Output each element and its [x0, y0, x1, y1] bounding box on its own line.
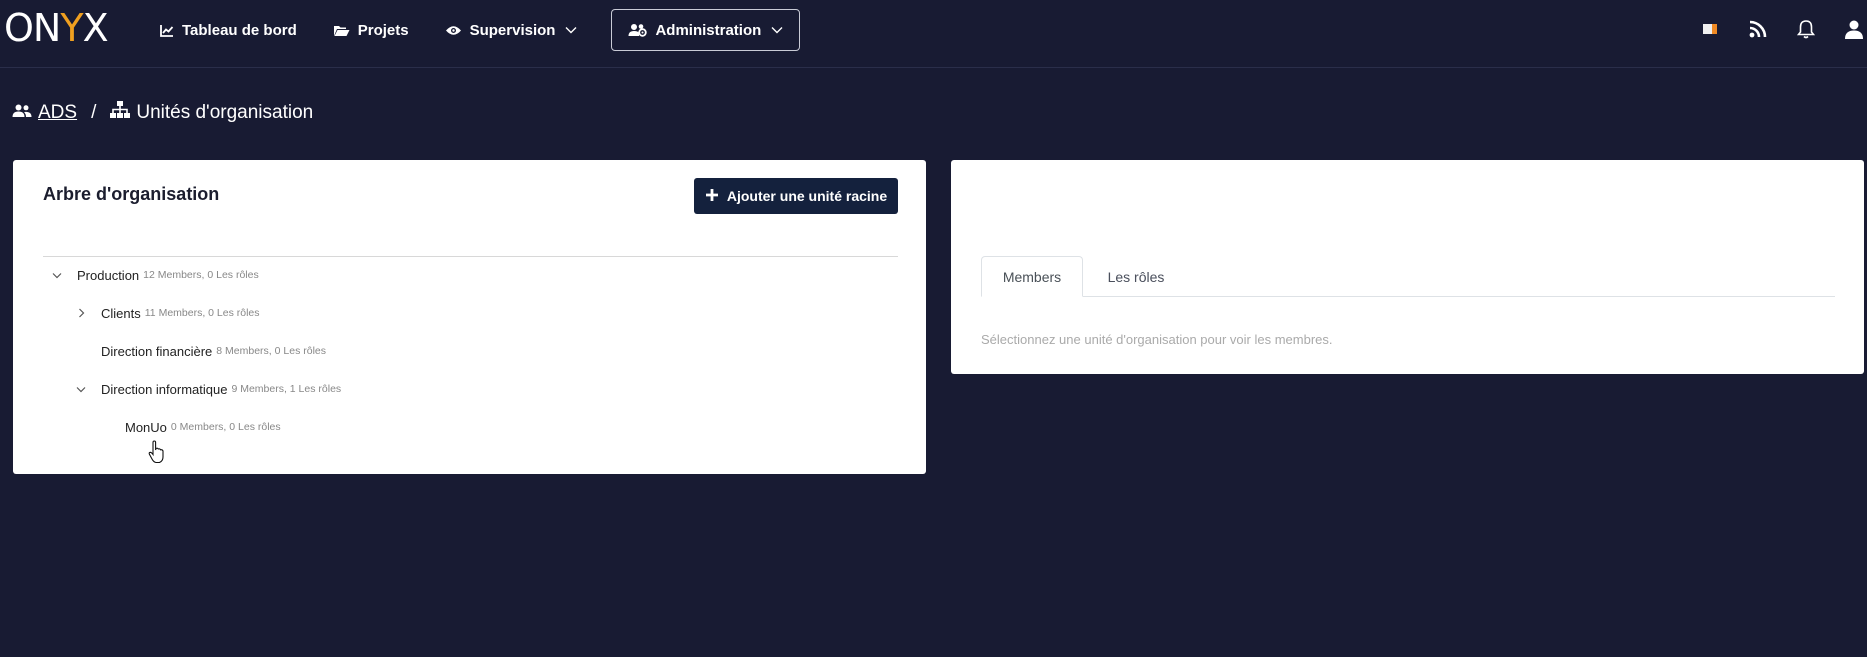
tree-node-monuo[interactable]: MonUo 0 Members, 0 Les rôles — [125, 416, 281, 438]
chevron-down-icon — [771, 26, 783, 34]
tree-node-name: Production — [77, 267, 140, 283]
nav-label: Projets — [357, 21, 409, 39]
tab-roles[interactable]: Les rôles — [1085, 256, 1187, 297]
tree-node-meta: 0 Members, 0 Les rôles — [170, 421, 281, 433]
rss-icon[interactable] — [1745, 16, 1771, 42]
navbar-right-icons — [1675, 14, 1867, 44]
tree-node-meta: 12 Members, 0 Les rôles — [143, 269, 259, 281]
logo-text-end: X — [82, 6, 109, 50]
plus-icon — [705, 188, 719, 205]
chevron-down-icon — [565, 26, 577, 34]
chevron-down-icon[interactable] — [49, 267, 65, 283]
eye-icon — [445, 25, 462, 36]
tree-node-meta: 8 Members, 0 Les rôles — [216, 345, 326, 357]
chevron-down-icon[interactable] — [73, 381, 89, 397]
nav-tableau-de-bord[interactable]: Tableau de bord — [160, 10, 297, 50]
logo-text-accent: Y — [60, 6, 83, 50]
users-icon — [12, 102, 32, 124]
nav-supervision[interactable]: Supervision — [445, 10, 578, 50]
nav-administration[interactable]: Administration — [611, 9, 801, 51]
bell-icon[interactable] — [1793, 16, 1819, 42]
tree-node-clients[interactable]: Clients 11 Members, 0 Les rôles — [73, 302, 260, 324]
tree-node-name: Clients — [101, 305, 141, 321]
logo-text: ON — [4, 6, 61, 50]
line-chart-icon — [160, 24, 174, 37]
tree-node-direction-informatique[interactable]: Direction informatique 9 Members, 1 Les … — [73, 378, 341, 400]
tree-node-name: Direction informatique — [101, 381, 228, 397]
breadcrumb: ADS / Unités d'organisation — [12, 100, 313, 126]
unit-detail-panel: Members Les rôles Sélectionnez une unité… — [951, 160, 1864, 374]
breadcrumb-separator: / — [91, 102, 97, 123]
hand-pointer-cursor-icon — [148, 440, 166, 464]
user-icon[interactable] — [1841, 16, 1867, 42]
add-root-unit-button[interactable]: Ajouter une unité racine — [694, 178, 898, 214]
nav-label: Administration — [655, 21, 762, 39]
tree-node-meta: 9 Members, 1 Les rôles — [231, 383, 342, 395]
org-tree-panel: Arbre d'organisation Ajouter une unité r… — [13, 160, 926, 474]
users-cog-icon — [628, 23, 648, 37]
nav-projets[interactable]: Projets — [333, 10, 409, 50]
panel-title: Arbre d'organisation — [43, 184, 220, 204]
folder-open-icon — [333, 24, 350, 37]
main-nav: Tableau de bord Projets Supervision Admi… — [160, 9, 836, 51]
tree-node-production[interactable]: Production 12 Members, 0 Les rôles — [49, 264, 259, 286]
tree-node-direction-financiere[interactable]: Direction financière 8 Members, 0 Les rô… — [101, 340, 326, 362]
flag-icon[interactable] — [1697, 16, 1723, 42]
add-root-unit-label: Ajouter une unité racine — [726, 188, 888, 204]
tree-node-name: MonUo — [125, 419, 167, 435]
onyx-logo[interactable]: ON Y X — [4, 6, 109, 50]
top-navbar: ON Y X Tableau de bord Projets Supervision — [0, 0, 1867, 68]
tree-node-meta: 11 Members, 0 Les rôles — [144, 307, 260, 319]
chevron-right-icon[interactable] — [73, 305, 89, 321]
empty-members-message: Sélectionnez une unité d'organisation po… — [981, 332, 1333, 347]
nav-label: Tableau de bord — [182, 21, 297, 39]
nav-label: Supervision — [469, 21, 556, 39]
breadcrumb-link-ads[interactable]: ADS — [38, 102, 77, 124]
detail-tabs: Members Les rôles — [981, 256, 1835, 297]
tab-members[interactable]: Members — [981, 256, 1083, 297]
sitemap-icon — [110, 101, 131, 125]
breadcrumb-current: Unités d'organisation — [136, 102, 314, 123]
divider — [43, 256, 898, 257]
tree-node-name: Direction financière — [101, 343, 213, 359]
